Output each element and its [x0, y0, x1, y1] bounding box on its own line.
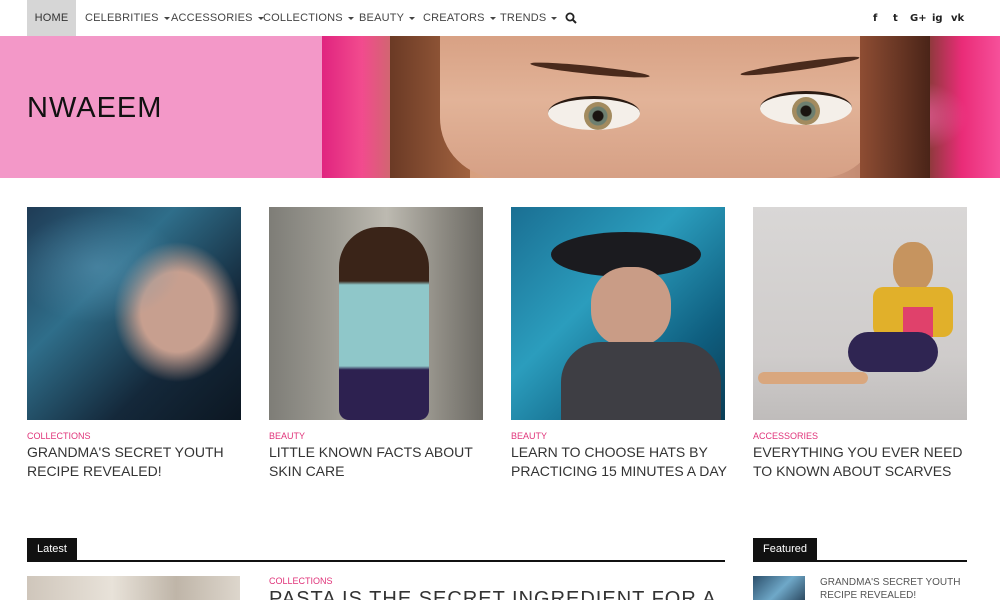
google-plus-icon[interactable]: G+	[910, 13, 927, 25]
site-logo[interactable]: NWAEEM	[27, 92, 162, 125]
section-tab-featured: Featured	[753, 538, 818, 561]
hero-hair-right	[860, 36, 930, 178]
article-category[interactable]: ACCESSORIES	[753, 431, 818, 441]
article-category[interactable]: BEAUTY	[269, 431, 305, 441]
caret-down-icon	[489, 16, 496, 20]
article-category[interactable]: BEAUTY	[511, 431, 547, 441]
hero-eye-right	[760, 91, 852, 125]
caret-down-icon	[347, 16, 354, 20]
nav-label: ACCESSORIES	[171, 12, 253, 24]
article-image[interactable]	[269, 207, 483, 420]
nav-trends[interactable]: TRENDS	[500, 0, 558, 36]
featured-article-title[interactable]: GRANDMA'S SECRET YOUTH RECIPE REVEALED!	[820, 576, 980, 600]
caret-down-icon	[551, 16, 558, 20]
latest-article-category[interactable]: COLLECTIONS	[269, 576, 333, 586]
article-card[interactable]: BEAUTY LITTLE KNOWN FACTS ABOUT SKIN CAR…	[269, 207, 483, 479]
hero-banner: NWAEEM	[0, 36, 1000, 178]
caret-down-icon	[409, 16, 416, 20]
nav-creators[interactable]: CREATORS	[423, 0, 496, 36]
nav-label: CREATORS	[423, 12, 485, 24]
article-image[interactable]	[753, 207, 967, 420]
vk-icon[interactable]: vk	[951, 13, 964, 25]
section-divider	[753, 560, 967, 562]
twitter-icon[interactable]: t	[893, 13, 898, 25]
article-card[interactable]: COLLECTIONS GRANDMA'S SECRET YOUTH RECIP…	[27, 207, 241, 479]
nav-label: TRENDS	[500, 12, 547, 24]
article-title[interactable]: LEARN TO CHOOSE HATS BY PRACTICING 15 MI…	[511, 443, 731, 481]
nav-accessories[interactable]: ACCESSORIES	[171, 0, 264, 36]
article-card[interactable]: ACCESSORIES EVERYTHING YOU EVER NEED TO …	[753, 207, 967, 479]
caret-down-icon	[163, 16, 170, 20]
article-title[interactable]: GRANDMA'S SECRET YOUTH RECIPE REVEALED!	[27, 443, 247, 481]
latest-article-title[interactable]: PASTA IS THE SECRET INGREDIENT FOR A	[269, 588, 717, 600]
article-image[interactable]	[511, 207, 725, 420]
article-category[interactable]: COLLECTIONS	[27, 431, 91, 441]
section-tab-latest: Latest	[27, 538, 77, 561]
nav-celebrities[interactable]: CELEBRITIES	[85, 0, 170, 36]
nav-beauty[interactable]: BEAUTY	[359, 0, 416, 36]
nav-label: CELEBRITIES	[85, 12, 159, 24]
section-divider	[27, 560, 725, 562]
nav-home[interactable]: HOME	[27, 0, 76, 36]
latest-article-image[interactable]	[27, 576, 240, 600]
article-card[interactable]: BEAUTY LEARN TO CHOOSE HATS BY PRACTICIN…	[511, 207, 727, 479]
article-title[interactable]: LITTLE KNOWN FACTS ABOUT SKIN CARE	[269, 443, 489, 481]
nav-label: BEAUTY	[359, 12, 405, 24]
nav-collections[interactable]: COLLECTIONS	[263, 0, 354, 36]
hero-eye-left	[548, 96, 640, 130]
article-image[interactable]	[27, 207, 241, 420]
nav-label: COLLECTIONS	[263, 12, 343, 24]
featured-article-image[interactable]	[753, 576, 805, 600]
facebook-icon[interactable]: f	[873, 13, 877, 25]
search-icon[interactable]	[565, 12, 577, 24]
top-navigation: HOME CELEBRITIES ACCESSORIES COLLECTIONS…	[0, 0, 1000, 36]
instagram-icon[interactable]: ig	[932, 13, 943, 25]
article-title[interactable]: EVERYTHING YOU EVER NEED TO KNOWN ABOUT …	[753, 443, 973, 481]
